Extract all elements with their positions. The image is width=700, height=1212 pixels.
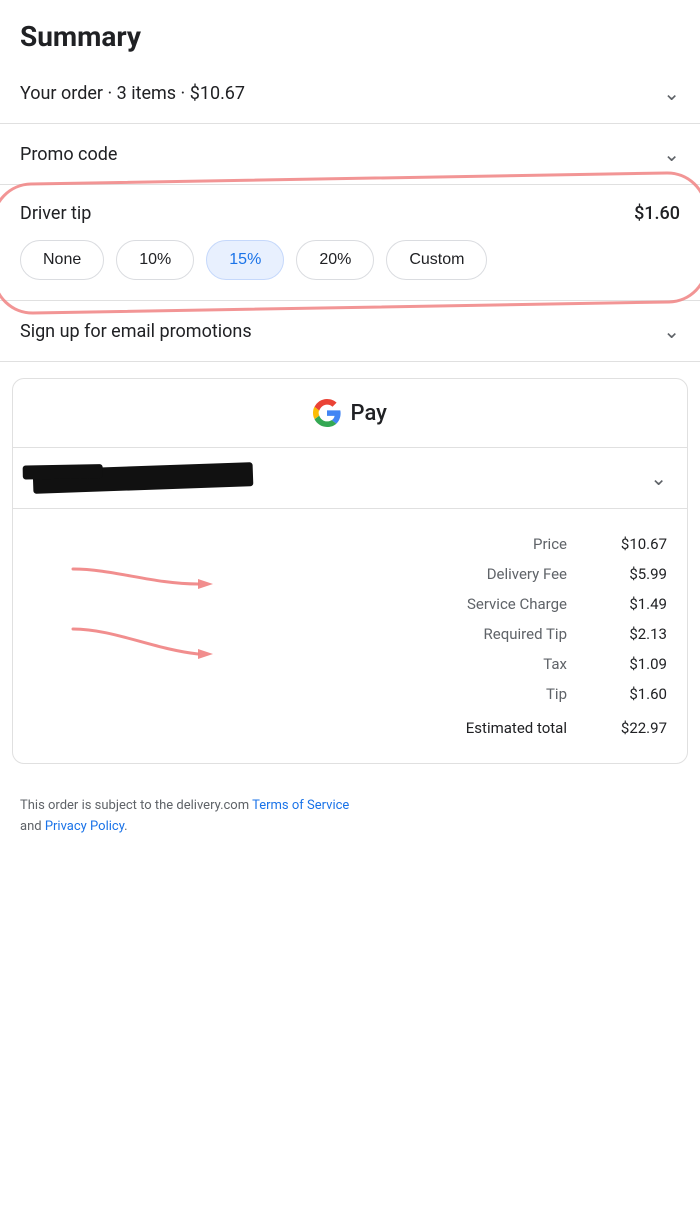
service-value: $1.49: [607, 595, 667, 613]
tip-20-button[interactable]: 20%: [296, 240, 374, 280]
tip-custom-button[interactable]: Custom: [386, 240, 487, 280]
tax-label: Tax: [437, 655, 567, 673]
tip-buttons-group: None 10% 15% 20% Custom: [20, 240, 680, 280]
tip-none-button[interactable]: None: [20, 240, 104, 280]
terms-of-service-link[interactable]: Terms of Service: [252, 798, 349, 813]
privacy-policy-link[interactable]: Privacy Policy: [45, 819, 124, 834]
price-breakdown: Price $10.67 Delivery Fee $5.99 Service …: [13, 509, 687, 763]
driver-tip-amount: $1.60: [634, 203, 680, 224]
price-row-tip: Tip $1.60: [33, 679, 667, 709]
email-promotions-row[interactable]: Sign up for email promotions ⌄: [0, 301, 700, 362]
tax-value: $1.09: [607, 655, 667, 673]
price-row-service: Service Charge $1.49: [33, 589, 667, 619]
gpay-section: Pay ⌄ Price $10.67 Deliver: [12, 378, 688, 764]
delivery-label: Delivery Fee: [437, 565, 567, 583]
email-promo-chevron-icon: ⌄: [663, 319, 680, 343]
terms-text: This order is subject to the delivery.co…: [0, 780, 700, 862]
promo-chevron-icon: ⌄: [663, 142, 680, 166]
price-row-total: Estimated total $22.97: [33, 713, 667, 743]
price-row-price: Price $10.67: [33, 529, 667, 559]
driver-tip-header: Driver tip $1.60: [20, 203, 680, 224]
tip-value: $1.60: [607, 685, 667, 703]
price-row-required-tip: Required Tip $2.13: [33, 619, 667, 649]
page: Summary Your order · 3 items · $10.67 ⌄ …: [0, 0, 700, 862]
order-summary-label: Your order · 3 items · $10.67: [20, 83, 245, 104]
google-g-icon: [313, 399, 341, 427]
price-label: Price: [437, 535, 567, 553]
driver-tip-wrapper: Driver tip $1.60 None 10% 15% 20% Custom: [0, 185, 700, 301]
terms-period: .: [124, 819, 127, 834]
order-summary-row[interactable]: Your order · 3 items · $10.67 ⌄: [0, 63, 700, 124]
email-promotions-label: Sign up for email promotions: [20, 321, 252, 342]
service-label: Service Charge: [437, 595, 567, 613]
redacted-account-info: [33, 462, 254, 494]
delivery-value: $5.99: [607, 565, 667, 583]
required-tip-value: $2.13: [607, 625, 667, 643]
price-value: $10.67: [607, 535, 667, 553]
driver-tip-label: Driver tip: [20, 203, 91, 224]
promo-code-label: Promo code: [20, 144, 117, 165]
total-label: Estimated total: [437, 719, 567, 737]
promo-code-row[interactable]: Promo code ⌄: [0, 124, 700, 185]
gpay-header: Pay: [13, 379, 687, 448]
gpay-account-row[interactable]: ⌄: [13, 448, 687, 509]
price-row-delivery: Delivery Fee $5.99: [33, 559, 667, 589]
driver-tip-section: Driver tip $1.60 None 10% 15% 20% Custom: [0, 185, 700, 301]
required-tip-label: Required Tip: [437, 625, 567, 643]
total-value: $22.97: [607, 719, 667, 737]
order-chevron-icon: ⌄: [663, 81, 680, 105]
price-row-tax: Tax $1.09: [33, 649, 667, 679]
gpay-text: Pay: [345, 401, 387, 426]
terms-and: and: [20, 819, 45, 834]
tip-label: Tip: [437, 685, 567, 703]
gpay-account-chevron-icon: ⌄: [650, 466, 667, 490]
tip-10-button[interactable]: 10%: [116, 240, 194, 280]
page-title: Summary: [0, 0, 700, 63]
gpay-logo: Pay: [313, 399, 387, 427]
terms-prefix: This order is subject to the delivery.co…: [20, 798, 252, 813]
tip-15-button[interactable]: 15%: [206, 240, 284, 280]
